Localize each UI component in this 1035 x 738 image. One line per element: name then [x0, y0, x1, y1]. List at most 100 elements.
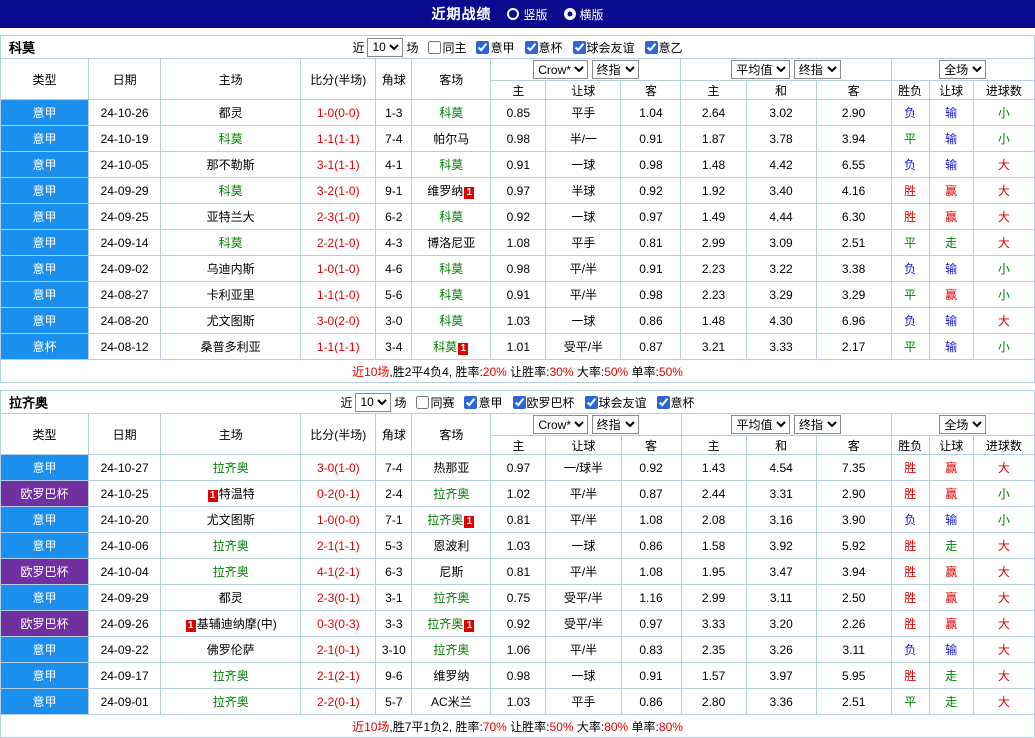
checkbox[interactable]: [476, 40, 490, 54]
layout-radio[interactable]: 横版: [563, 6, 604, 23]
radio-button-icon[interactable]: [507, 8, 520, 20]
checkbox[interactable]: [464, 395, 478, 409]
home-team-cell: 1 特温特: [160, 480, 302, 507]
euro-odds-header: 平均值 终指: [680, 413, 892, 436]
checkbox[interactable]: [416, 395, 430, 409]
match-row: 意甲 24-10-06 拉齐奥 2-1(1-1) 5-3 恩波利 1.03 一球…: [0, 532, 1035, 559]
radio-button-icon[interactable]: [563, 8, 576, 20]
corner-cell: 3-1: [375, 584, 413, 611]
result-goals: 小: [972, 125, 1035, 152]
euro-time-select[interactable]: 终指: [793, 415, 841, 434]
away-team-name: 尼斯: [439, 565, 464, 579]
league-filter-checkbox[interactable]: 意乙: [644, 39, 683, 56]
recent-count-select[interactable]: 10: [355, 392, 392, 412]
sub-euro-away: 客: [815, 435, 892, 455]
asian-time-select[interactable]: 终指: [591, 60, 639, 79]
result-scope-header: 全场: [890, 58, 1035, 81]
col-date-header: 日期: [88, 58, 162, 100]
asian-away-odds: 0.87: [620, 333, 682, 360]
result-wdl: 平: [890, 333, 930, 360]
euro-away-odds: 2.51: [815, 688, 892, 715]
result-handicap: 输: [928, 99, 974, 126]
result-goals: 小: [972, 506, 1035, 533]
home-team-name: 基辅迪纳摩(中): [196, 617, 277, 631]
checkbox[interactable]: [584, 395, 598, 409]
asian-away-odds: 0.91: [620, 255, 682, 282]
euro-home-odds: 3.21: [680, 333, 747, 360]
league-filter-checkbox[interactable]: 同赛: [416, 394, 454, 411]
away-team-cell: 维罗纳: [411, 662, 492, 689]
league-filter-checkbox[interactable]: 同主: [428, 39, 466, 56]
sub-asian-home: 主: [490, 80, 547, 100]
corner-cell: 7-4: [375, 454, 413, 481]
checkbox[interactable]: [572, 40, 586, 54]
result-wdl: 胜: [890, 177, 930, 204]
asian-home-odds: 1.08: [490, 229, 547, 256]
result-handicap: 赢: [928, 480, 974, 507]
euro-home-odds: 2.99: [680, 229, 747, 256]
match-row: 意甲 24-10-27 拉齐奥 3-0(1-0) 7-4 热那亚 0.97 一/…: [0, 454, 1035, 481]
asian-company-select[interactable]: Crow*: [533, 60, 589, 79]
euro-draw-odds: 4.30: [745, 307, 817, 334]
asian-company-select[interactable]: Crow*: [533, 415, 589, 434]
layout-radio[interactable]: 竖版: [507, 6, 548, 23]
result-wdl: 负: [890, 506, 930, 533]
recent-count-select[interactable]: 10: [367, 37, 404, 57]
euro-company-select[interactable]: 平均值: [731, 415, 791, 434]
date-cell: 24-10-20: [88, 506, 162, 533]
score-cell: 3-1(1-1): [300, 151, 377, 178]
euro-home-odds: 1.48: [680, 151, 747, 178]
date-cell: 24-09-02: [88, 255, 162, 282]
result-goals: 大: [972, 584, 1035, 611]
checkbox[interactable]: [512, 395, 526, 409]
date-cell: 24-10-05: [88, 151, 162, 178]
asian-handicap: 受平/半: [545, 584, 622, 611]
asian-handicap: 一球: [545, 532, 622, 559]
corner-cell: 4-1: [375, 151, 413, 178]
away-team-cell: 科莫: [411, 307, 492, 334]
league-filter-checkbox[interactable]: 意杯: [524, 39, 563, 56]
asian-home-odds: 1.03: [490, 307, 547, 334]
header-row: 类型 日期 主场 比分(半场) 角球 客场 Crow* 终指 平均值 终指 全场: [0, 58, 1035, 100]
home-team-cell: 拉齐奥: [160, 454, 302, 481]
away-team-name: 博洛尼亚: [427, 236, 476, 250]
home-team-cell: 卡利亚里: [160, 281, 302, 308]
asian-away-odds: 0.92: [620, 177, 682, 204]
checkbox[interactable]: [428, 40, 442, 54]
league-filter-checkbox[interactable]: 意甲: [476, 39, 515, 56]
league-filter-checkbox[interactable]: 欧罗巴杯: [512, 394, 575, 411]
checkbox[interactable]: [656, 395, 670, 409]
euro-home-odds: 1.87: [680, 125, 747, 152]
asian-time-select[interactable]: 终指: [591, 415, 639, 434]
asian-odds-header: Crow* 终指: [490, 413, 682, 436]
checkbox[interactable]: [644, 40, 658, 54]
euro-away-odds: 2.26: [815, 610, 892, 637]
scope-select[interactable]: 全场: [939, 415, 987, 434]
asian-odds-header: Crow* 终指: [490, 58, 682, 81]
red-card-badge: 1: [185, 620, 196, 632]
date-cell: 24-10-04: [88, 558, 162, 585]
asian-handicap: 平/半: [545, 480, 622, 507]
home-team-cell: 桑普多利亚: [160, 333, 302, 360]
home-team-cell: 佛罗伦萨: [160, 636, 302, 663]
checkbox-label: 同主: [442, 40, 467, 55]
league-filter-checkbox[interactable]: 意甲: [464, 394, 503, 411]
checkbox[interactable]: [524, 40, 538, 54]
asian-home-odds: 1.06: [490, 636, 547, 663]
checkbox-label: 球会友谊: [598, 395, 647, 410]
asian-handicap: 平/半: [545, 506, 622, 533]
league-filter-checkbox[interactable]: 球会友谊: [572, 39, 635, 56]
scope-select[interactable]: 全场: [939, 60, 987, 79]
type-cell: 意甲: [0, 662, 90, 689]
league-filter-checkbox[interactable]: 意杯: [656, 394, 695, 411]
asian-away-odds: 0.97: [620, 203, 682, 230]
euro-time-select[interactable]: 终指: [793, 60, 841, 79]
euro-company-select[interactable]: 平均值: [731, 60, 791, 79]
sub-goals: 进球数: [972, 435, 1035, 455]
league-filter-checkbox[interactable]: 球会友谊: [584, 394, 647, 411]
away-team-cell: 拉齐奥: [411, 584, 492, 611]
type-cell: 意甲: [0, 203, 90, 230]
topbar: 近期战绩 竖版 横版: [0, 0, 1035, 28]
asian-home-odds: 1.01: [490, 333, 547, 360]
match-row: 意甲 24-10-26 都灵 1-0(0-0) 1-3 科莫 0.85 平手 1…: [0, 99, 1035, 126]
